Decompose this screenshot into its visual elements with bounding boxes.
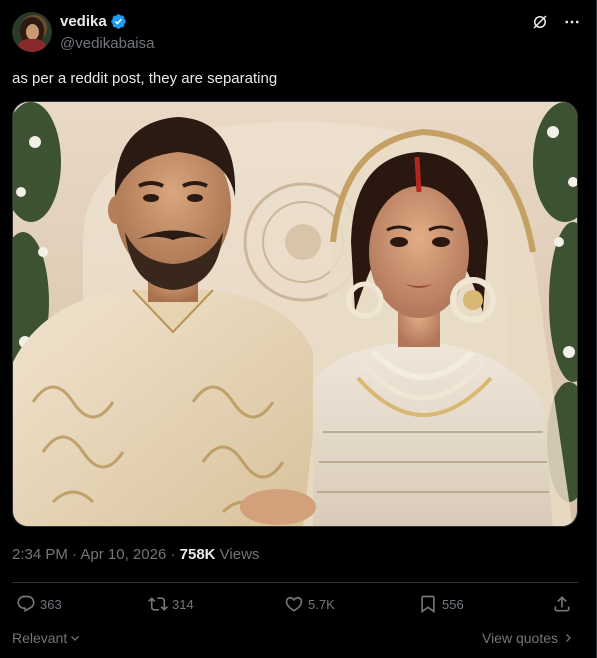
tweet-photo[interactable] bbox=[12, 101, 578, 527]
retweet-count: 314 bbox=[172, 596, 194, 612]
like-button[interactable]: 5.7K bbox=[284, 594, 335, 614]
bookmark-count: 556 bbox=[442, 596, 464, 612]
avatar-face bbox=[26, 24, 39, 40]
meta-separator: · bbox=[67, 546, 81, 563]
author-name-row[interactable]: vedika bbox=[60, 13, 127, 30]
tweet: vedika @vedikabaisa as per a reddit post… bbox=[0, 0, 597, 658]
avatar-body bbox=[18, 39, 46, 52]
handle[interactable]: @vedikabaisa bbox=[60, 35, 154, 52]
like-icon bbox=[285, 596, 303, 612]
tweet-time[interactable]: 2:34 PM bbox=[12, 546, 68, 563]
share-icon bbox=[554, 596, 570, 612]
sort-label: Relevant bbox=[12, 630, 68, 646]
grok-icon[interactable] bbox=[530, 12, 550, 32]
share-button[interactable] bbox=[552, 594, 572, 614]
display-name[interactable]: vedika bbox=[60, 13, 107, 30]
views-label: Views bbox=[215, 546, 260, 563]
more-icon[interactable] bbox=[562, 12, 582, 32]
retweet-button[interactable]: 314 bbox=[148, 594, 194, 614]
top-actions bbox=[530, 12, 582, 32]
retweet-icon bbox=[148, 597, 168, 611]
views-count: 758K bbox=[179, 546, 216, 563]
tweet-date[interactable]: Apr 10, 2026 bbox=[80, 546, 166, 563]
like-count: 5.7K bbox=[308, 596, 335, 612]
chevron-down-icon bbox=[71, 636, 80, 641]
reply-count: 363 bbox=[40, 596, 62, 612]
verified-badge-icon bbox=[110, 14, 126, 29]
bookmark-icon bbox=[421, 595, 435, 614]
chevron-right-icon bbox=[566, 634, 571, 642]
view-quotes-link[interactable]: View quotes bbox=[482, 630, 574, 646]
reply-button[interactable]: 363 bbox=[16, 594, 62, 614]
tweet-meta: 2:34 PM · Apr 10, 2026 · 758K Views bbox=[12, 546, 259, 563]
view-quotes-label: View quotes bbox=[481, 630, 558, 646]
sort-replies-dropdown[interactable]: Relevant bbox=[12, 630, 81, 646]
wedding-couple-photo bbox=[13, 102, 577, 526]
action-bar: 363 314 5.7K 556 bbox=[12, 594, 578, 620]
bookmark-button[interactable]: 556 bbox=[418, 594, 464, 614]
meta-separator-2: · bbox=[166, 546, 180, 563]
reply-icon bbox=[17, 595, 35, 613]
tweet-text: as per a reddit post, they are separatin… bbox=[12, 70, 278, 87]
divider bbox=[12, 582, 578, 583]
avatar[interactable] bbox=[12, 12, 52, 52]
